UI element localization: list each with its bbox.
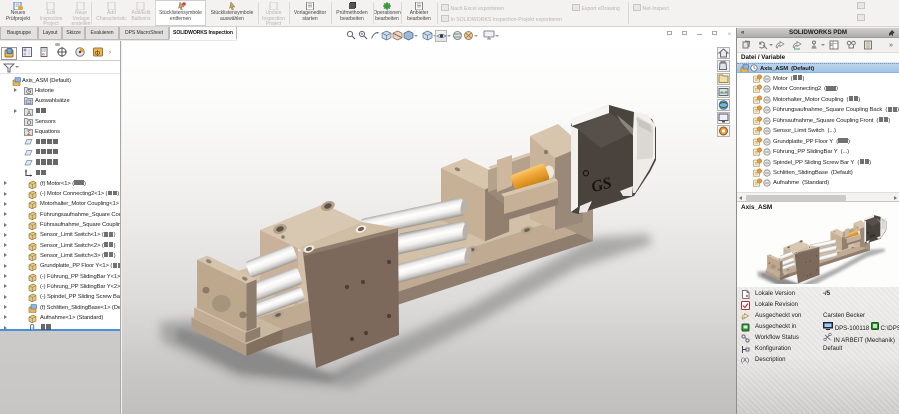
svg-text:A: A (27, 111, 31, 116)
svg-text:Σ: Σ (27, 130, 31, 136)
svg-text:ф: ф (95, 51, 100, 57)
